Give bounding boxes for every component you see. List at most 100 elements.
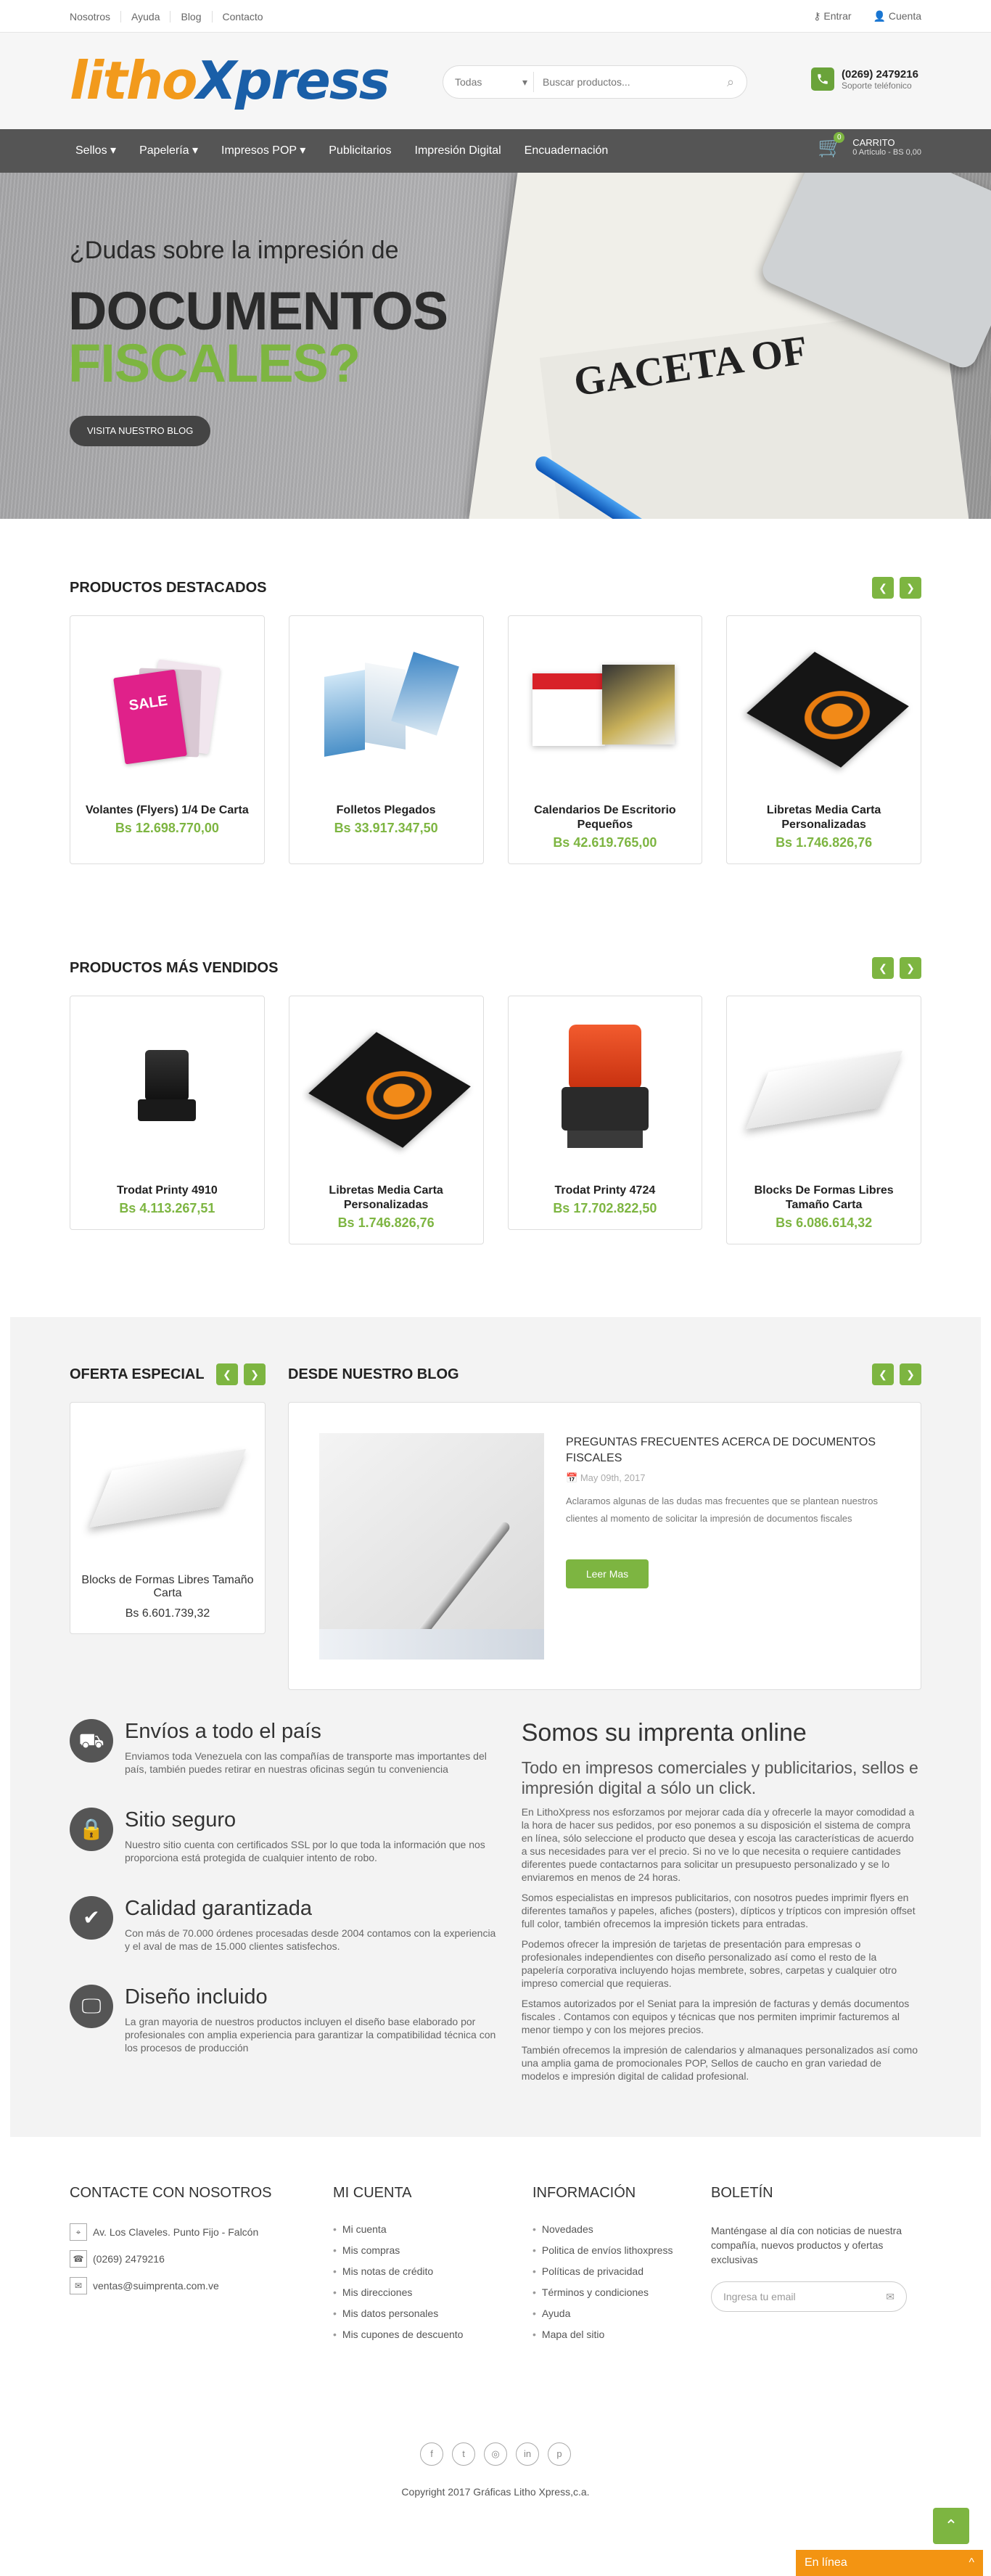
product-card[interactable]: Trodat Printy 4910 Bs 4.113.267,51 — [70, 996, 265, 1230]
footer-link[interactable]: • Políticas de privacidad — [532, 2265, 711, 2277]
search-category-select[interactable]: Todas ▾ — [443, 72, 534, 92]
footer-link[interactable]: • Términos y condiciones — [532, 2286, 711, 2298]
product-price: Bs 4.113.267,51 — [119, 1201, 215, 1215]
blog-prev-button[interactable]: ❮ — [872, 1363, 894, 1385]
footer-email[interactable]: ventas@suimprenta.com.ve — [93, 2280, 219, 2292]
login-link[interactable]: ⚷ Entrar — [813, 10, 851, 22]
product-card[interactable]: Folletos Plegados Bs 33.917.347,50 — [288, 615, 484, 864]
product-card[interactable]: Libretas Media Carta Personalizadas Bs 1… — [288, 996, 484, 1244]
footer-link[interactable]: • Mapa del sitio — [532, 2329, 711, 2340]
product-name[interactable]: Trodat Printy 4910 — [70, 1184, 264, 1198]
product-name[interactable]: Blocks De Formas Libres Tamaño Carta — [727, 1184, 921, 1213]
bestsellers-prev-button[interactable]: ❮ — [872, 957, 894, 979]
blog-next-button[interactable]: ❯ — [900, 1363, 921, 1385]
mail-icon[interactable]: ✉ — [886, 2291, 895, 2303]
footer-link[interactable]: • Mis cupones de descuento — [333, 2329, 532, 2340]
support-label: Soporte teléfonico — [842, 80, 912, 91]
about-block: Somos su imprenta online Todo en impreso… — [522, 1719, 921, 2086]
read-more-button[interactable]: Leer Mas — [566, 1559, 649, 1588]
footer-link[interactable]: • Politica de envíos lithoxpress — [532, 2244, 711, 2256]
feature-desc: La gran mayoria de nuestros productos in… — [125, 2016, 496, 2054]
product-name[interactable]: Blocks de Formas Libres Tamaño Carta — [70, 1574, 265, 1600]
instagram-icon[interactable]: ◎ — [484, 2442, 507, 2466]
phone-support: (0269) 2479216 Soporte teléfonico — [811, 67, 918, 91]
bestsellers-next-button[interactable]: ❯ — [900, 957, 921, 979]
truck-icon: ⛟ — [70, 1719, 113, 1763]
hero-blog-button[interactable]: VISITA NUESTRO BLOG — [70, 416, 211, 446]
product-name[interactable]: Libretas Media Carta Personalizadas — [727, 803, 921, 832]
about-title: Somos su imprenta online — [521, 1719, 807, 1747]
login-label: Entrar — [823, 10, 852, 22]
top-bar: Nosotros Ayuda Blog Contacto ⚷ Entrar 👤 … — [0, 0, 991, 33]
offer-product-card[interactable]: Blocks de Formas Libres Tamaño Carta Bs … — [70, 1402, 266, 1634]
footer-link[interactable]: • Novedades — [532, 2223, 711, 2235]
chevron-down-icon: ▾ — [522, 76, 527, 88]
product-name[interactable]: Volantes (Flyers) 1/4 De Carta — [70, 803, 264, 818]
blog-post-title[interactable]: PREGUNTAS FRECUENTES ACERCA DE DOCUMENTO… — [566, 1435, 878, 1467]
newsletter-email-input[interactable]: Ingresa tu email ✉ — [711, 2281, 907, 2312]
top-link-ayuda[interactable]: Ayuda — [120, 10, 170, 22]
featured-next-button[interactable]: ❯ — [900, 577, 921, 599]
product-card[interactable]: SALE Volantes (Flyers) 1/4 De Carta Bs 1… — [70, 615, 265, 864]
top-link-blog[interactable]: Blog — [170, 10, 211, 22]
cart-button[interactable]: 🛒 0 CARRITO 0 Artículo - BS 0,00 — [818, 132, 921, 159]
top-link-contacto[interactable]: Contacto — [211, 10, 274, 22]
product-card[interactable]: Libretas Media Carta Personalizadas Bs 1… — [726, 615, 921, 864]
hero-subtitle: ¿Dudas sobre la impresión de — [70, 237, 399, 264]
product-card[interactable]: Trodat Printy 4724 Bs 17.702.822,50 — [507, 996, 703, 1230]
account-link[interactable]: 👤 Cuenta — [873, 10, 921, 22]
offer-prev-button[interactable]: ❮ — [216, 1363, 238, 1385]
product-image-form-block — [727, 996, 921, 1184]
search-category-label: Todas — [455, 76, 482, 88]
nav-item-sellos[interactable]: Sellos ▾ — [70, 129, 128, 173]
back-to-top-button[interactable]: ⌃ — [933, 2508, 969, 2544]
footer-contact: CONTACTE CON NOSOTROS ⌖ Av. Los Claveles.… — [70, 2185, 333, 2350]
top-link-nosotros[interactable]: Nosotros — [70, 11, 120, 22]
product-name[interactable]: Trodat Printy 4724 — [509, 1184, 702, 1198]
search-input[interactable] — [534, 76, 715, 88]
linkedin-icon[interactable]: in — [516, 2442, 539, 2466]
blog-title: DESDE NUESTRO BLOG — [288, 1366, 459, 1382]
top-links: Nosotros Ayuda Blog Contacto — [70, 10, 274, 22]
main-nav: Sellos ▾ Papelería ▾ Impresos POP ▾ Publ… — [0, 129, 991, 173]
product-name[interactable]: Calendarios De Escritorio Pequeños — [509, 803, 702, 832]
lock-icon: 🔒 — [70, 1808, 113, 1851]
offer-next-button[interactable]: ❯ — [244, 1363, 266, 1385]
footer-info-title: INFORMACIÓN — [532, 2185, 636, 2201]
product-card[interactable]: Blocks De Formas Libres Tamaño Carta Bs … — [726, 996, 921, 1244]
nav-item-encuadernacion[interactable]: Encuadernación — [513, 129, 620, 173]
blog-post-excerpt: Aclaramos algunas de las dudas mas frecu… — [566, 1496, 878, 1524]
feature-title: Calidad garantizada — [125, 1897, 312, 1920]
footer-link[interactable]: • Mi cuenta — [333, 2223, 532, 2235]
logo-part1: litho — [70, 50, 197, 111]
nav-item-impresion-digital[interactable]: Impresión Digital — [403, 129, 513, 173]
online-chat-bar[interactable]: En línea ^ — [796, 2550, 983, 2576]
pinterest-icon[interactable]: p — [548, 2442, 571, 2466]
nav-item-impresos-pop[interactable]: Impresos POP ▾ — [210, 129, 317, 173]
logo[interactable]: lithoXpress — [70, 50, 390, 111]
footer-link[interactable]: • Mis datos personales — [333, 2308, 532, 2319]
blog-post-image[interactable] — [319, 1433, 544, 1660]
feature-item: ✔ Calidad garantizada Con más de 70.000 ó… — [70, 1896, 498, 1953]
footer-account-title: MI CUENTA — [333, 2185, 412, 2201]
blog-post-date: 📅 May 09th, 2017 — [566, 1472, 645, 1484]
search-icon[interactable]: ⌕ — [715, 75, 747, 90]
about-paragraph: También ofrecemos la impresión de calend… — [521, 2044, 918, 2082]
product-card[interactable]: Calendarios De Escritorio Pequeños Bs 42… — [507, 615, 703, 864]
nav-item-publicitarios[interactable]: Publicitarios — [317, 129, 403, 173]
twitter-icon[interactable]: t — [452, 2442, 475, 2466]
product-image-brochure — [289, 616, 483, 803]
nav-item-papeleria[interactable]: Papelería ▾ — [128, 129, 210, 173]
footer-link-label: Mi cuenta — [342, 2223, 387, 2235]
blog-post-card: PREGUNTAS FRECUENTES ACERCA DE DOCUMENTO… — [288, 1402, 921, 1690]
featured-prev-button[interactable]: ❮ — [872, 577, 894, 599]
product-name[interactable]: Libretas Media Carta Personalizadas — [289, 1184, 483, 1213]
footer-link[interactable]: • Mis compras — [333, 2244, 532, 2256]
footer-link[interactable]: • Mis direcciones — [333, 2286, 532, 2298]
product-name[interactable]: Folletos Plegados — [289, 803, 483, 818]
footer-link[interactable]: • Mis notas de crédito — [333, 2265, 532, 2277]
facebook-icon[interactable]: f — [420, 2442, 443, 2466]
product-image-notebook — [727, 616, 921, 803]
footer-link[interactable]: • Ayuda — [532, 2308, 711, 2319]
product-image-calendar — [509, 616, 702, 803]
